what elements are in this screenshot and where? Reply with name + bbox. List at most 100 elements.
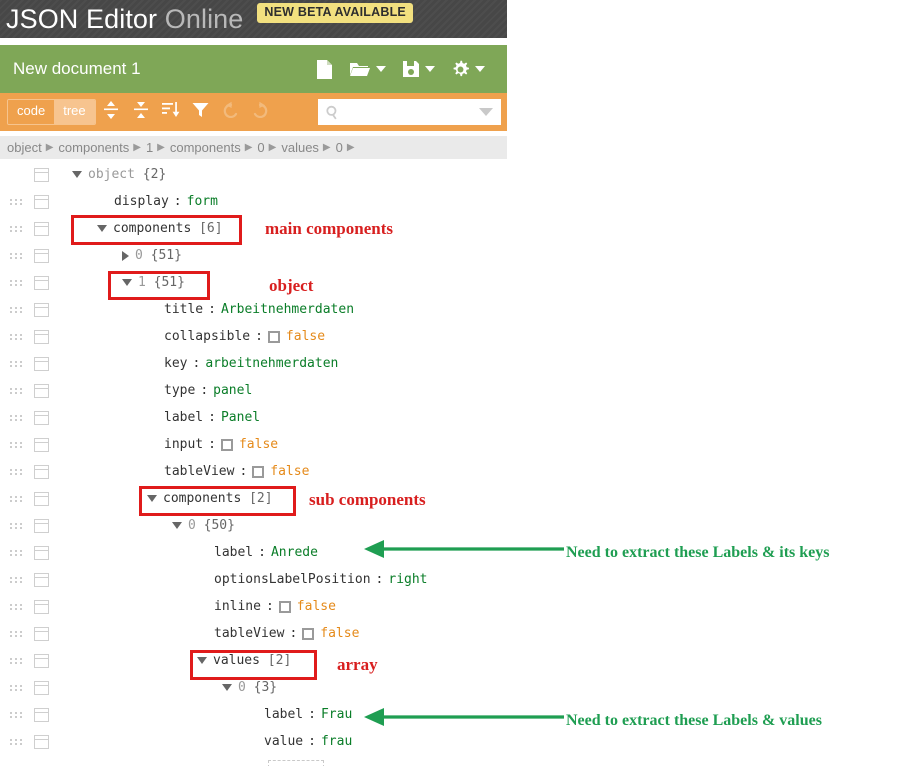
row-context-menu-icon[interactable] (34, 221, 49, 236)
tree-value[interactable]: false (297, 599, 336, 614)
expanded-triangle-icon[interactable] (222, 684, 232, 691)
tree-value[interactable]: false (270, 464, 309, 479)
row-context-menu-icon[interactable] (34, 167, 49, 182)
drag-handle-icon[interactable] (10, 306, 24, 313)
drag-handle-icon[interactable] (10, 603, 24, 610)
tree-row[interactable]: 1 {51} (0, 269, 507, 296)
expanded-triangle-icon[interactable] (72, 171, 82, 178)
settings-button[interactable] (443, 60, 493, 79)
tree-value[interactable]: form (187, 194, 218, 209)
row-context-menu-icon[interactable] (34, 194, 49, 209)
tree-value[interactable]: false (286, 329, 325, 344)
tree-row[interactable]: input: false (0, 431, 507, 458)
row-context-menu-icon[interactable] (34, 329, 49, 344)
tree-key[interactable]: label (214, 545, 253, 560)
tree-key[interactable]: key (164, 356, 187, 371)
drag-handle-icon[interactable] (10, 657, 24, 664)
tree-key[interactable]: 0 (188, 518, 196, 533)
breadcrumb-item[interactable]: components (170, 140, 241, 155)
tree-row[interactable]: components [2] (0, 485, 507, 512)
tree-value[interactable]: arbeitnehmerdaten (205, 356, 338, 371)
row-context-menu-icon[interactable] (34, 572, 49, 587)
expanded-triangle-icon[interactable] (97, 225, 107, 232)
boolean-checkbox[interactable] (220, 438, 233, 451)
tree-key[interactable]: input (164, 437, 203, 452)
drag-handle-icon[interactable] (10, 414, 24, 421)
filter-button[interactable] (186, 97, 216, 127)
beta-badge[interactable]: NEW BETA AVAILABLE (257, 3, 413, 23)
tree-key[interactable]: collapsible (164, 329, 250, 344)
row-context-menu-icon[interactable] (34, 356, 49, 371)
expand-all-button[interactable] (96, 97, 126, 127)
breadcrumb-item[interactable]: 0 (257, 140, 264, 155)
tree-row[interactable]: inline: false (0, 593, 507, 620)
tree-row[interactable]: type: panel (0, 377, 507, 404)
expanded-triangle-icon[interactable] (147, 495, 157, 502)
drag-handle-icon[interactable] (10, 549, 24, 556)
drag-handle-icon[interactable] (10, 684, 24, 691)
row-context-menu-icon[interactable] (34, 707, 49, 722)
breadcrumb-item[interactable]: 1 (146, 140, 153, 155)
breadcrumb-item[interactable]: object (7, 140, 42, 155)
tree-row[interactable]: 0 {51} (0, 242, 507, 269)
row-context-menu-icon[interactable] (34, 626, 49, 641)
mode-tree-button[interactable]: tree (54, 100, 95, 124)
sort-button[interactable] (156, 97, 186, 127)
row-context-menu-icon[interactable] (34, 734, 49, 749)
breadcrumb-item[interactable]: 0 (336, 140, 343, 155)
row-context-menu-icon[interactable] (34, 248, 49, 263)
tree-row[interactable]: tableView: false (0, 620, 507, 647)
tree-key[interactable]: components (163, 491, 241, 506)
tree-row[interactable]: values [2] (0, 647, 507, 674)
drag-handle-icon[interactable] (10, 738, 24, 745)
tree-row[interactable]: key : arbeitnehmerdaten (0, 350, 507, 377)
tree-key[interactable]: components (113, 221, 191, 236)
tree-value[interactable]: panel (213, 383, 252, 398)
collapse-all-button[interactable] (126, 97, 156, 127)
tree-key[interactable]: label (164, 410, 203, 425)
row-context-menu-icon[interactable] (34, 491, 49, 506)
redo-button[interactable] (246, 97, 276, 127)
tree-value[interactable]: right (388, 572, 427, 587)
tree-key[interactable]: optionsLabelPosition (214, 572, 371, 587)
drag-handle-icon[interactable] (10, 630, 24, 637)
undo-button[interactable] (216, 97, 246, 127)
tree-key[interactable]: 0 (238, 680, 246, 695)
tree-row[interactable]: optionsLabelPosition: right (0, 566, 507, 593)
breadcrumb-item[interactable]: values (281, 140, 319, 155)
tree-row[interactable]: collapsible: false (0, 323, 507, 350)
tree-row[interactable]: label: Panel (0, 404, 507, 431)
tree-row[interactable]: tableView: false (0, 458, 507, 485)
tree-key[interactable]: display (114, 194, 169, 209)
tree-key[interactable]: tableView (214, 626, 284, 641)
breadcrumb-item[interactable]: components (58, 140, 129, 155)
boolean-checkbox[interactable] (278, 600, 291, 613)
boolean-checkbox[interactable] (252, 465, 265, 478)
row-context-menu-icon[interactable] (34, 599, 49, 614)
mode-code-button[interactable]: code (8, 100, 55, 124)
tree-row[interactable]: components [6] (0, 215, 507, 242)
drag-handle-icon[interactable] (10, 387, 24, 394)
search-input[interactable] (345, 101, 475, 123)
tree-value[interactable]: Frau (321, 707, 352, 722)
tree-key[interactable]: title (164, 302, 203, 317)
row-context-menu-icon[interactable] (34, 653, 49, 668)
drag-handle-icon[interactable] (10, 576, 24, 583)
tree-row[interactable]: object {2} (0, 161, 507, 188)
tree-row[interactable]: display: form (0, 188, 507, 215)
drag-handle-icon[interactable] (10, 225, 24, 232)
row-context-menu-icon[interactable] (34, 302, 49, 317)
tree-value[interactable]: Anrede (271, 545, 318, 560)
row-context-menu-icon[interactable] (34, 518, 49, 533)
row-context-menu-icon[interactable] (34, 437, 49, 452)
drag-handle-icon[interactable] (10, 198, 24, 205)
drag-handle-icon[interactable] (10, 252, 24, 259)
row-context-menu-icon[interactable] (34, 383, 49, 398)
row-context-menu-icon[interactable] (34, 275, 49, 290)
row-context-menu-icon[interactable] (34, 545, 49, 560)
tree-value[interactable]: Panel (221, 410, 260, 425)
tree-value[interactable]: frau (321, 734, 352, 749)
drag-handle-icon[interactable] (10, 522, 24, 529)
expanded-triangle-icon[interactable] (172, 522, 182, 529)
drag-handle-icon[interactable] (10, 279, 24, 286)
